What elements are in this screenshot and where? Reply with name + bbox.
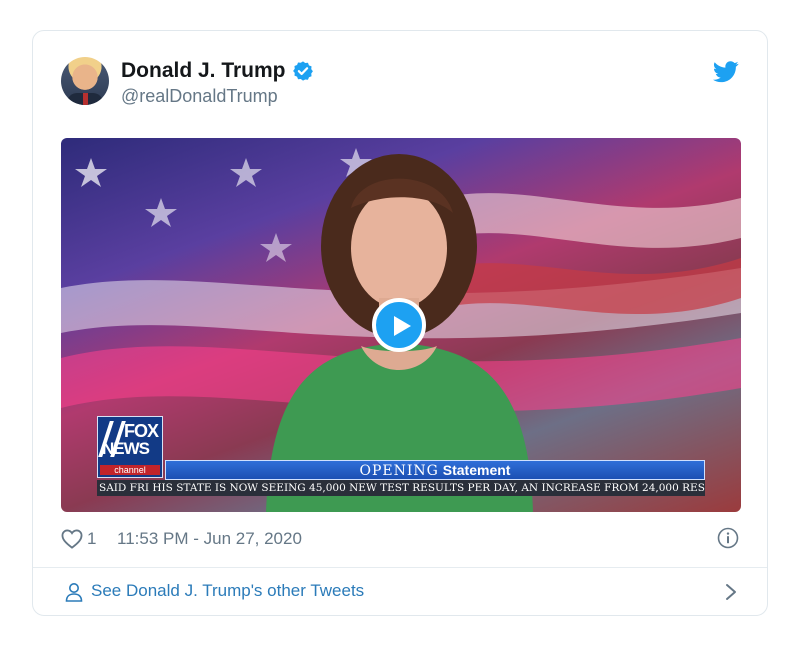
person-icon (65, 583, 83, 602)
other-tweets-label[interactable]: See Donald J. Trump's other Tweets (91, 581, 364, 601)
news-ticker: SAID FRI HIS STATE IS NOW SEEING 45,000 … (97, 480, 705, 496)
verified-badge-icon (292, 61, 313, 81)
tweet-header: Donald J. Trump @realDonaldTrump (61, 57, 739, 107)
fox-news-logo: FOX NEWS channel (97, 416, 163, 478)
heart-icon[interactable] (61, 529, 83, 549)
footer-divider (33, 567, 767, 568)
tweet-timestamp[interactable]: 11:53 PM - Jun 27, 2020 (117, 529, 302, 549)
video-player[interactable]: FOX NEWS channel OPENING Statement SAID … (61, 138, 741, 512)
logo-news-text: NEWS (102, 439, 150, 458)
chevron-right-icon (726, 584, 736, 600)
news-lower-third: FOX NEWS channel OPENING Statement SAID … (97, 416, 705, 496)
headline-part2: Statement (442, 462, 511, 478)
play-icon (394, 316, 411, 336)
logo-channel-text: channel (100, 465, 160, 475)
like-count: 1 (87, 529, 97, 548)
tweet-meta: 1 11:53 PM - Jun 27, 2020 (61, 527, 739, 553)
headline-banner: OPENING Statement (165, 460, 705, 480)
user-handle[interactable]: @realDonaldTrump (121, 86, 278, 107)
avatar-tie (83, 93, 88, 105)
info-icon[interactable] (717, 527, 739, 549)
tweet-card: Donald J. Trump @realDonaldTrump FOX NEW… (32, 30, 768, 616)
twitter-bird-icon[interactable] (713, 61, 739, 83)
other-tweets-link[interactable]: See Donald J. Trump's other Tweets (61, 579, 739, 605)
avatar[interactable] (61, 57, 109, 105)
headline-part1: OPENING (359, 463, 439, 479)
play-button[interactable] (372, 298, 426, 352)
display-name[interactable]: Donald J. Trump (121, 59, 286, 83)
name-row: Donald J. Trump (121, 59, 314, 83)
